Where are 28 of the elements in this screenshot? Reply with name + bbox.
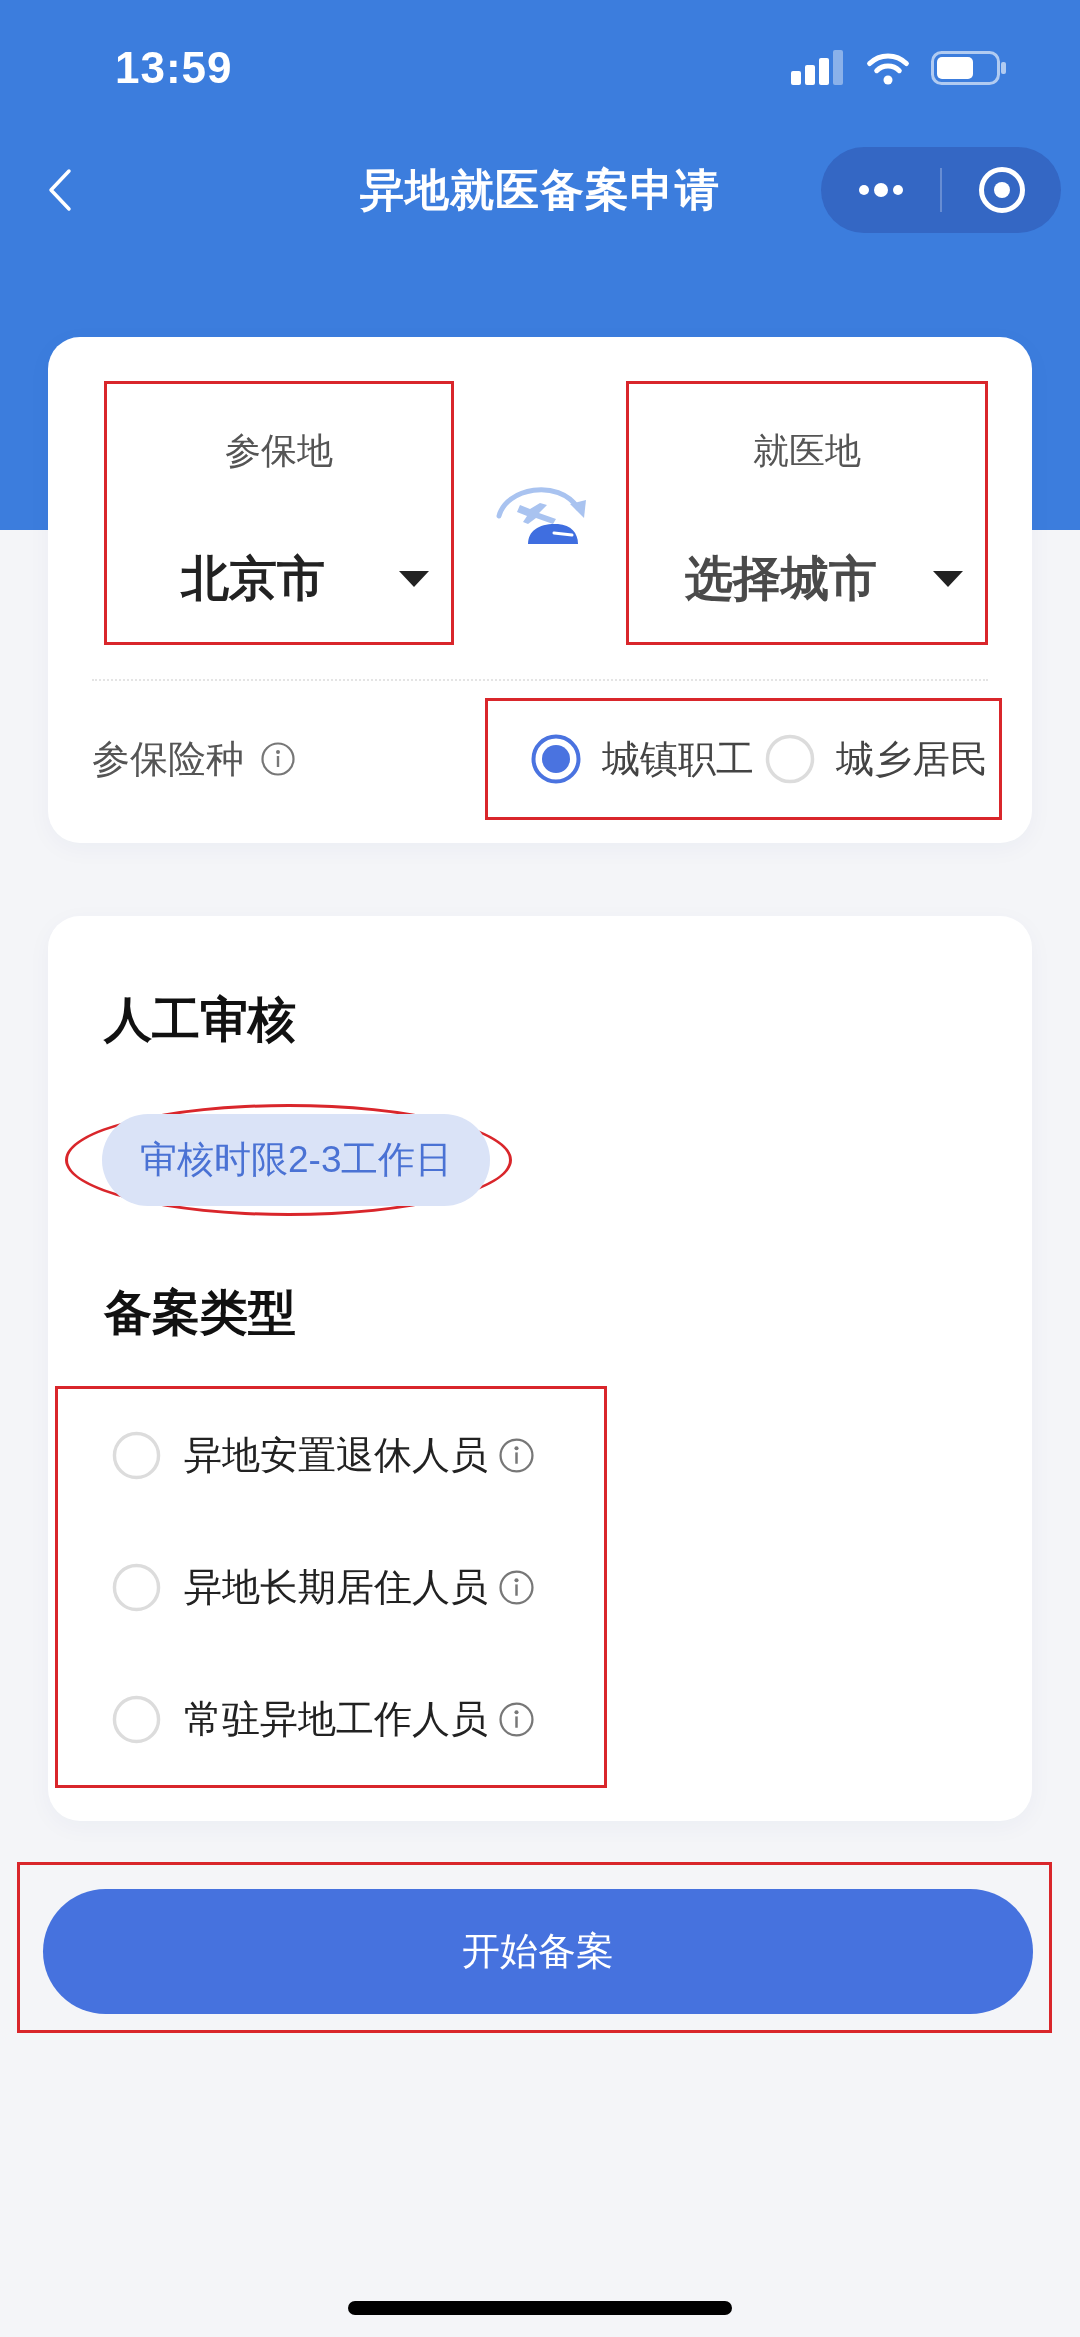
more-icon[interactable] [857,183,904,197]
caret-icon [933,571,963,587]
signal-icon [791,50,845,85]
page-title: 异地就医备案申请 [360,163,720,216]
radio-option[interactable]: 常驻异地工作人员 [112,1693,488,1745]
radio-option[interactable]: 城乡居民 [765,733,988,785]
info-icon[interactable] [499,1701,534,1737]
radio-option[interactable]: 异地长期居住人员 [112,1561,488,1613]
time-limit-badge: 审核时限2-3工作日 [102,1114,491,1206]
back-icon[interactable] [48,168,72,212]
info-icon[interactable] [499,1437,534,1473]
status-time: 13:59 [115,42,233,93]
field-label: 参保地 [224,431,334,471]
section-title: 人工审核 [104,992,296,1048]
battery-icon [931,50,1007,85]
field-label: 参保险种 [92,736,244,782]
city-dropdown[interactable]: 北京市 [107,549,451,609]
target-icon[interactable] [977,166,1026,214]
radio-option[interactable]: 城镇职工 [531,733,754,785]
radio-icon[interactable] [531,734,581,784]
start-button[interactable]: 开始备案 [43,1889,1033,2014]
caret-icon [399,571,429,587]
radio-option[interactable]: 异地安置退休人员 [112,1429,488,1481]
info-icon[interactable] [499,1569,534,1605]
section-title: 备案类型 [104,1285,296,1341]
info-icon[interactable] [261,742,295,776]
field-label: 就医地 [752,431,862,471]
city-dropdown[interactable]: 选择城市 [629,549,985,609]
